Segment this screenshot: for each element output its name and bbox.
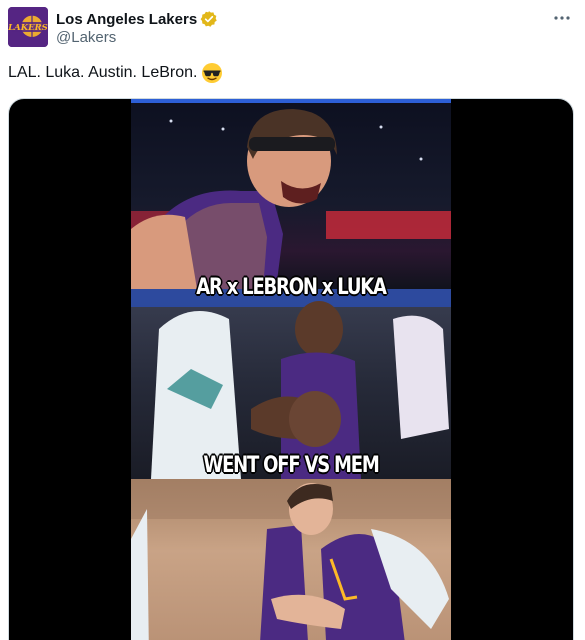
display-name[interactable]: Los Angeles Lakers (56, 11, 197, 28)
player-celebration-image (131, 109, 451, 289)
name-row: Los Angeles Lakers (56, 9, 218, 29)
tweet-text: LAL. Luka. Austin. LeBron. (8, 64, 198, 81)
user-handle[interactable]: @Lakers (56, 29, 116, 46)
player-luka-image (131, 479, 451, 640)
video-frame[interactable]: AR x LEBRON x LUKA WENT OFF VS MEM (131, 99, 451, 640)
tweet-body: LAL. Luka. Austin. LeBron. (8, 62, 223, 84)
lakers-logo-icon: LAKERS (8, 7, 48, 47)
arena-banner (131, 99, 451, 103)
video-clip-luka (131, 479, 451, 640)
video-media[interactable]: AR x LEBRON x LUKA WENT OFF VS MEM (8, 98, 574, 640)
video-clip-lebron (131, 289, 451, 479)
tweet-header: LAKERS Los Angeles Lakers @Lakers (8, 7, 577, 51)
sunglasses-emoji-icon (201, 62, 223, 84)
video-caption-top: AR x LEBRON x LUKA (196, 275, 387, 300)
avatar[interactable]: LAKERS (8, 7, 48, 47)
player-defense-image (131, 289, 451, 479)
avatar-logo-text: LAKERS (8, 23, 48, 33)
video-clip-reaves (131, 99, 451, 289)
video-caption-middle: WENT OFF VS MEM (203, 453, 379, 478)
more-options-button[interactable] (551, 7, 573, 29)
verified-badge-icon[interactable] (200, 10, 218, 28)
ellipsis-icon (554, 16, 570, 20)
